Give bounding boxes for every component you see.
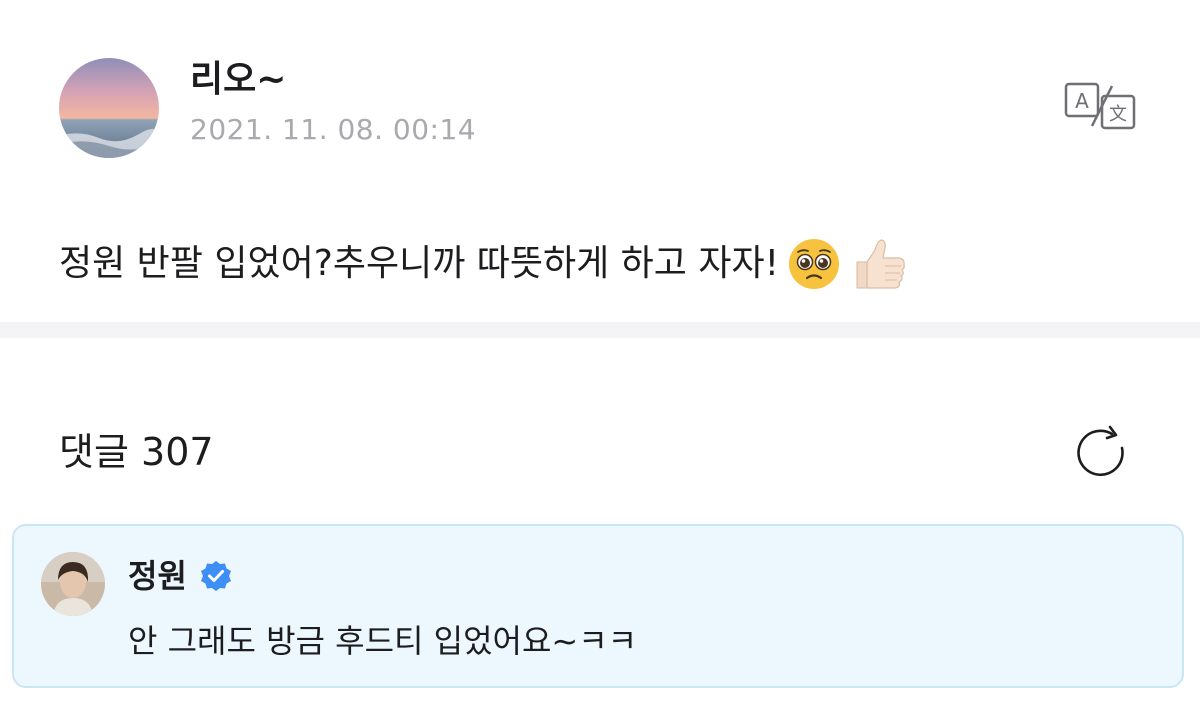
- author-avatar[interactable]: [59, 58, 159, 158]
- refresh-icon: [1077, 425, 1124, 477]
- verified-badge-icon: [200, 561, 231, 591]
- comments-header: 댓글 307: [59, 424, 214, 480]
- profile-photo-avatar-icon: [41, 552, 105, 616]
- svg-text:A: A: [1075, 89, 1089, 113]
- comments-label: 댓글: [59, 430, 129, 474]
- pleading-face-emoji-icon: [789, 239, 840, 289]
- comments-count: 307: [141, 430, 214, 474]
- post-body: 정원 반팔 입었어?추우니까 따뜻하게 하고 자자!: [59, 234, 909, 294]
- post-author-name[interactable]: 리오~: [190, 58, 286, 102]
- translate-icon: A 文: [1064, 82, 1136, 130]
- comment-author-name[interactable]: 정원: [128, 556, 187, 596]
- refresh-comments-button[interactable]: [1072, 424, 1132, 484]
- comment-author-row: 정원: [128, 556, 233, 596]
- sunset-ocean-avatar-icon: [59, 58, 159, 158]
- thumbs-up-emoji-icon: [856, 239, 905, 289]
- highlighted-comment[interactable]: 정원 안 그래도 방금 후드티 입었어요~ㅋㅋ: [12, 524, 1184, 688]
- svg-text:文: 文: [1109, 104, 1127, 125]
- comment-author-avatar[interactable]: [41, 552, 105, 616]
- section-divider: [0, 322, 1200, 338]
- comment-text: 안 그래도 방금 후드티 입었어요~ㅋㅋ: [128, 622, 638, 660]
- post-detail-page: 리오~ 2021. 11. 08. 00:14 A 文 정원 반팔 입었어?추우…: [0, 0, 1200, 719]
- post-timestamp: 2021. 11. 08. 00:14: [190, 113, 477, 146]
- post-text: 정원 반팔 입었어?추우니까 따뜻하게 하고 자자!: [59, 243, 780, 284]
- translate-button[interactable]: A 文: [1062, 80, 1142, 132]
